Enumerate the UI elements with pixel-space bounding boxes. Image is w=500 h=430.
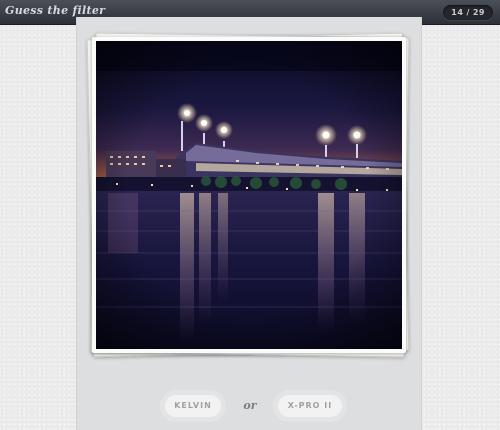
- filter-option-kelvin-button[interactable]: KELVIN: [165, 395, 221, 417]
- filtered-photo: [96, 41, 402, 349]
- filter-option-xpro-button[interactable]: X-PRO II: [278, 395, 342, 417]
- app-title: Guess the filter: [5, 4, 106, 17]
- progress-current: 14: [451, 8, 464, 17]
- progress-counter: 14/29: [443, 5, 493, 20]
- progress-total: 29: [472, 8, 485, 17]
- photo-frame: [92, 37, 406, 353]
- or-separator: or: [243, 399, 257, 412]
- progress-separator: /: [466, 8, 470, 17]
- photo-image: [96, 41, 402, 349]
- photo-stack: [86, 32, 410, 358]
